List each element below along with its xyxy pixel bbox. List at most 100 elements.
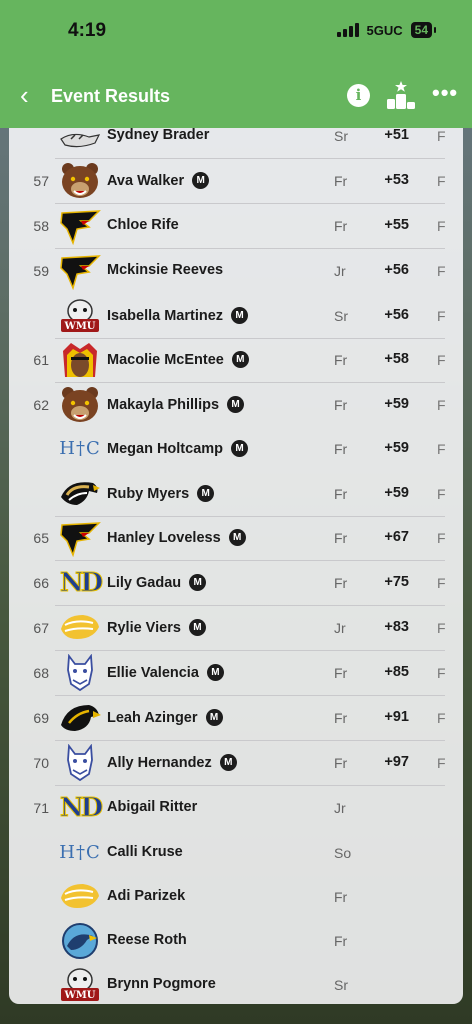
result-row[interactable]: 65 Hanley Loveless M Fr +67 F <box>9 516 463 561</box>
class-year: Fr <box>334 352 348 368</box>
result-row[interactable]: Reese Roth Fr <box>9 919 463 964</box>
class-year: Fr <box>334 486 348 502</box>
result-row[interactable]: Sydney Brader Sr +51 F <box>9 128 463 159</box>
player-name[interactable]: Brynn Pogmore <box>107 976 216 992</box>
player-name[interactable]: Ava Walker M <box>107 172 210 189</box>
player-name[interactable]: Leah Azinger M <box>107 709 223 726</box>
media-badge-icon[interactable]: M <box>188 619 206 636</box>
player-name[interactable]: Isabella Martinez M <box>107 307 249 324</box>
round-status: F <box>437 486 446 502</box>
player-name-text: Rylie Viers <box>107 619 181 636</box>
class-year: Fr <box>334 218 348 234</box>
round-status: F <box>437 530 446 546</box>
result-row[interactable]: 69 Leah Azinger M Fr +91 F <box>9 696 463 741</box>
media-badge-icon[interactable]: M <box>189 574 207 591</box>
result-row[interactable]: WMU Brynn Pogmore Sr <box>9 963 463 1004</box>
media-badge-icon[interactable]: M <box>205 709 223 726</box>
round-status: F <box>437 308 446 324</box>
player-name[interactable]: Megan Holtcamp M <box>107 440 249 457</box>
result-row[interactable]: 58 Chloe Rife Fr +55 F <box>9 204 463 249</box>
result-row[interactable]: 57 Ava Walker M Fr +53 F <box>9 159 463 204</box>
network-type: 5GUC <box>366 22 403 38</box>
player-name[interactable]: Makayla Phillips M <box>107 396 245 413</box>
position: 62 <box>33 397 49 413</box>
media-badge-icon[interactable]: M <box>227 396 245 413</box>
team-logo-bear <box>59 162 101 200</box>
result-row[interactable]: WMU Isabella Martinez M Sr +56 F <box>9 294 463 339</box>
result-row[interactable]: 67 Rylie Viers M Jr +83 F <box>9 606 463 651</box>
player-name-text: Reese Roth <box>107 932 187 948</box>
player-name[interactable]: Mckinsie Reeves <box>107 262 223 278</box>
player-name[interactable]: Adi Parizek <box>107 888 185 904</box>
team-logo-gold-head <box>59 609 101 647</box>
more-options-icon[interactable]: ••• <box>432 80 458 106</box>
score-to-par: +67 <box>384 529 409 545</box>
round-status: F <box>437 755 446 771</box>
media-badge-icon[interactable]: M <box>228 529 246 546</box>
position: 57 <box>33 173 49 189</box>
player-name[interactable]: Reese Roth <box>107 932 187 948</box>
round-status: F <box>437 397 446 413</box>
player-name[interactable]: Lily Gadau M <box>107 574 207 591</box>
score-to-par: +51 <box>384 128 409 143</box>
clock: 4:19 <box>68 20 107 41</box>
player-name[interactable]: Calli Kruse <box>107 844 183 860</box>
player-name[interactable]: Abigail Ritter <box>107 799 197 815</box>
media-badge-icon[interactable]: M <box>231 440 249 457</box>
result-row[interactable]: Adi Parizek Fr <box>9 875 463 920</box>
player-name-text: Lily Gadau <box>107 574 182 591</box>
player-name[interactable]: Hanley Loveless M <box>107 529 246 546</box>
score-to-par: +59 <box>384 485 409 501</box>
media-badge-icon[interactable]: M <box>192 172 210 189</box>
player-name-text: Brynn Pogmore <box>107 976 216 992</box>
team-logo-chief <box>59 341 101 379</box>
result-row[interactable]: 71 ND Abigail Ritter Jr <box>9 786 463 831</box>
player-name[interactable]: Rylie Viers M <box>107 619 206 636</box>
result-row[interactable]: 62 Makayla Phillips M Fr +59 F <box>9 383 463 428</box>
player-name-text: Abigail Ritter <box>107 799 198 815</box>
svg-text:WMU: WMU <box>63 321 95 332</box>
score-to-par: +56 <box>384 307 409 323</box>
media-badge-icon[interactable]: M <box>197 485 215 502</box>
team-logo-falcon <box>59 519 101 558</box>
player-name[interactable]: Chloe Rife <box>107 217 179 233</box>
info-icon[interactable]: i <box>347 84 370 107</box>
round-status: F <box>437 218 446 234</box>
result-row[interactable]: 70 Ally Hernandez M Fr +97 F <box>9 741 463 786</box>
media-badge-icon[interactable]: M <box>231 351 249 368</box>
player-name[interactable]: Ruby Myers M <box>107 485 215 502</box>
media-badge-icon[interactable]: M <box>206 664 224 681</box>
player-name[interactable]: Ally Hernandez M <box>107 754 237 771</box>
media-badge-icon[interactable]: M <box>231 307 249 324</box>
team-logo-htc: H†C <box>59 430 101 468</box>
result-row[interactable]: 59 Mckinsie Reeves Jr +56 F <box>9 249 463 294</box>
player-name[interactable]: Macolie McEntee M <box>107 351 249 368</box>
leaderboard-podium-icon[interactable] <box>386 80 416 110</box>
player-name[interactable]: Sydney Brader <box>107 128 209 143</box>
result-row[interactable]: 61 Macolie McEntee M Fr +58 F <box>9 338 463 383</box>
score-to-par: +58 <box>384 351 409 367</box>
round-status: F <box>437 128 446 144</box>
signal-icon <box>336 23 359 37</box>
position: 59 <box>33 263 49 279</box>
player-name[interactable]: Ellie Valencia M <box>107 664 224 681</box>
status-icons: 5GUC 54 <box>336 22 437 38</box>
battery-icon: 54 <box>410 22 437 38</box>
position: 67 <box>33 620 49 636</box>
result-row[interactable]: 68 Ellie Valencia M Fr +85 F <box>9 651 463 696</box>
result-row[interactable]: H†C Megan Holtcamp M Fr +59 F <box>9 427 463 472</box>
score-to-par: +97 <box>384 754 409 770</box>
team-logo-wmu: WMU <box>59 297 101 335</box>
nav-bar: ‹ Event Results i ••• <box>0 62 472 128</box>
result-row[interactable]: 66 ND Lily Gadau M Fr +75 F <box>9 561 463 606</box>
htc-logo-text: H†C <box>59 842 101 863</box>
back-chevron-icon[interactable]: ‹ <box>20 82 29 108</box>
player-name-text: Makayla Phillips <box>107 396 220 413</box>
player-name-text: Megan Holtcamp <box>107 440 224 457</box>
round-status: F <box>437 620 446 636</box>
result-row[interactable]: H†C Calli Kruse So <box>9 831 463 876</box>
class-year: Fr <box>334 441 348 457</box>
media-badge-icon[interactable]: M <box>219 754 237 771</box>
position: 70 <box>33 755 49 771</box>
result-row[interactable]: Ruby Myers M Fr +59 F <box>9 472 463 517</box>
